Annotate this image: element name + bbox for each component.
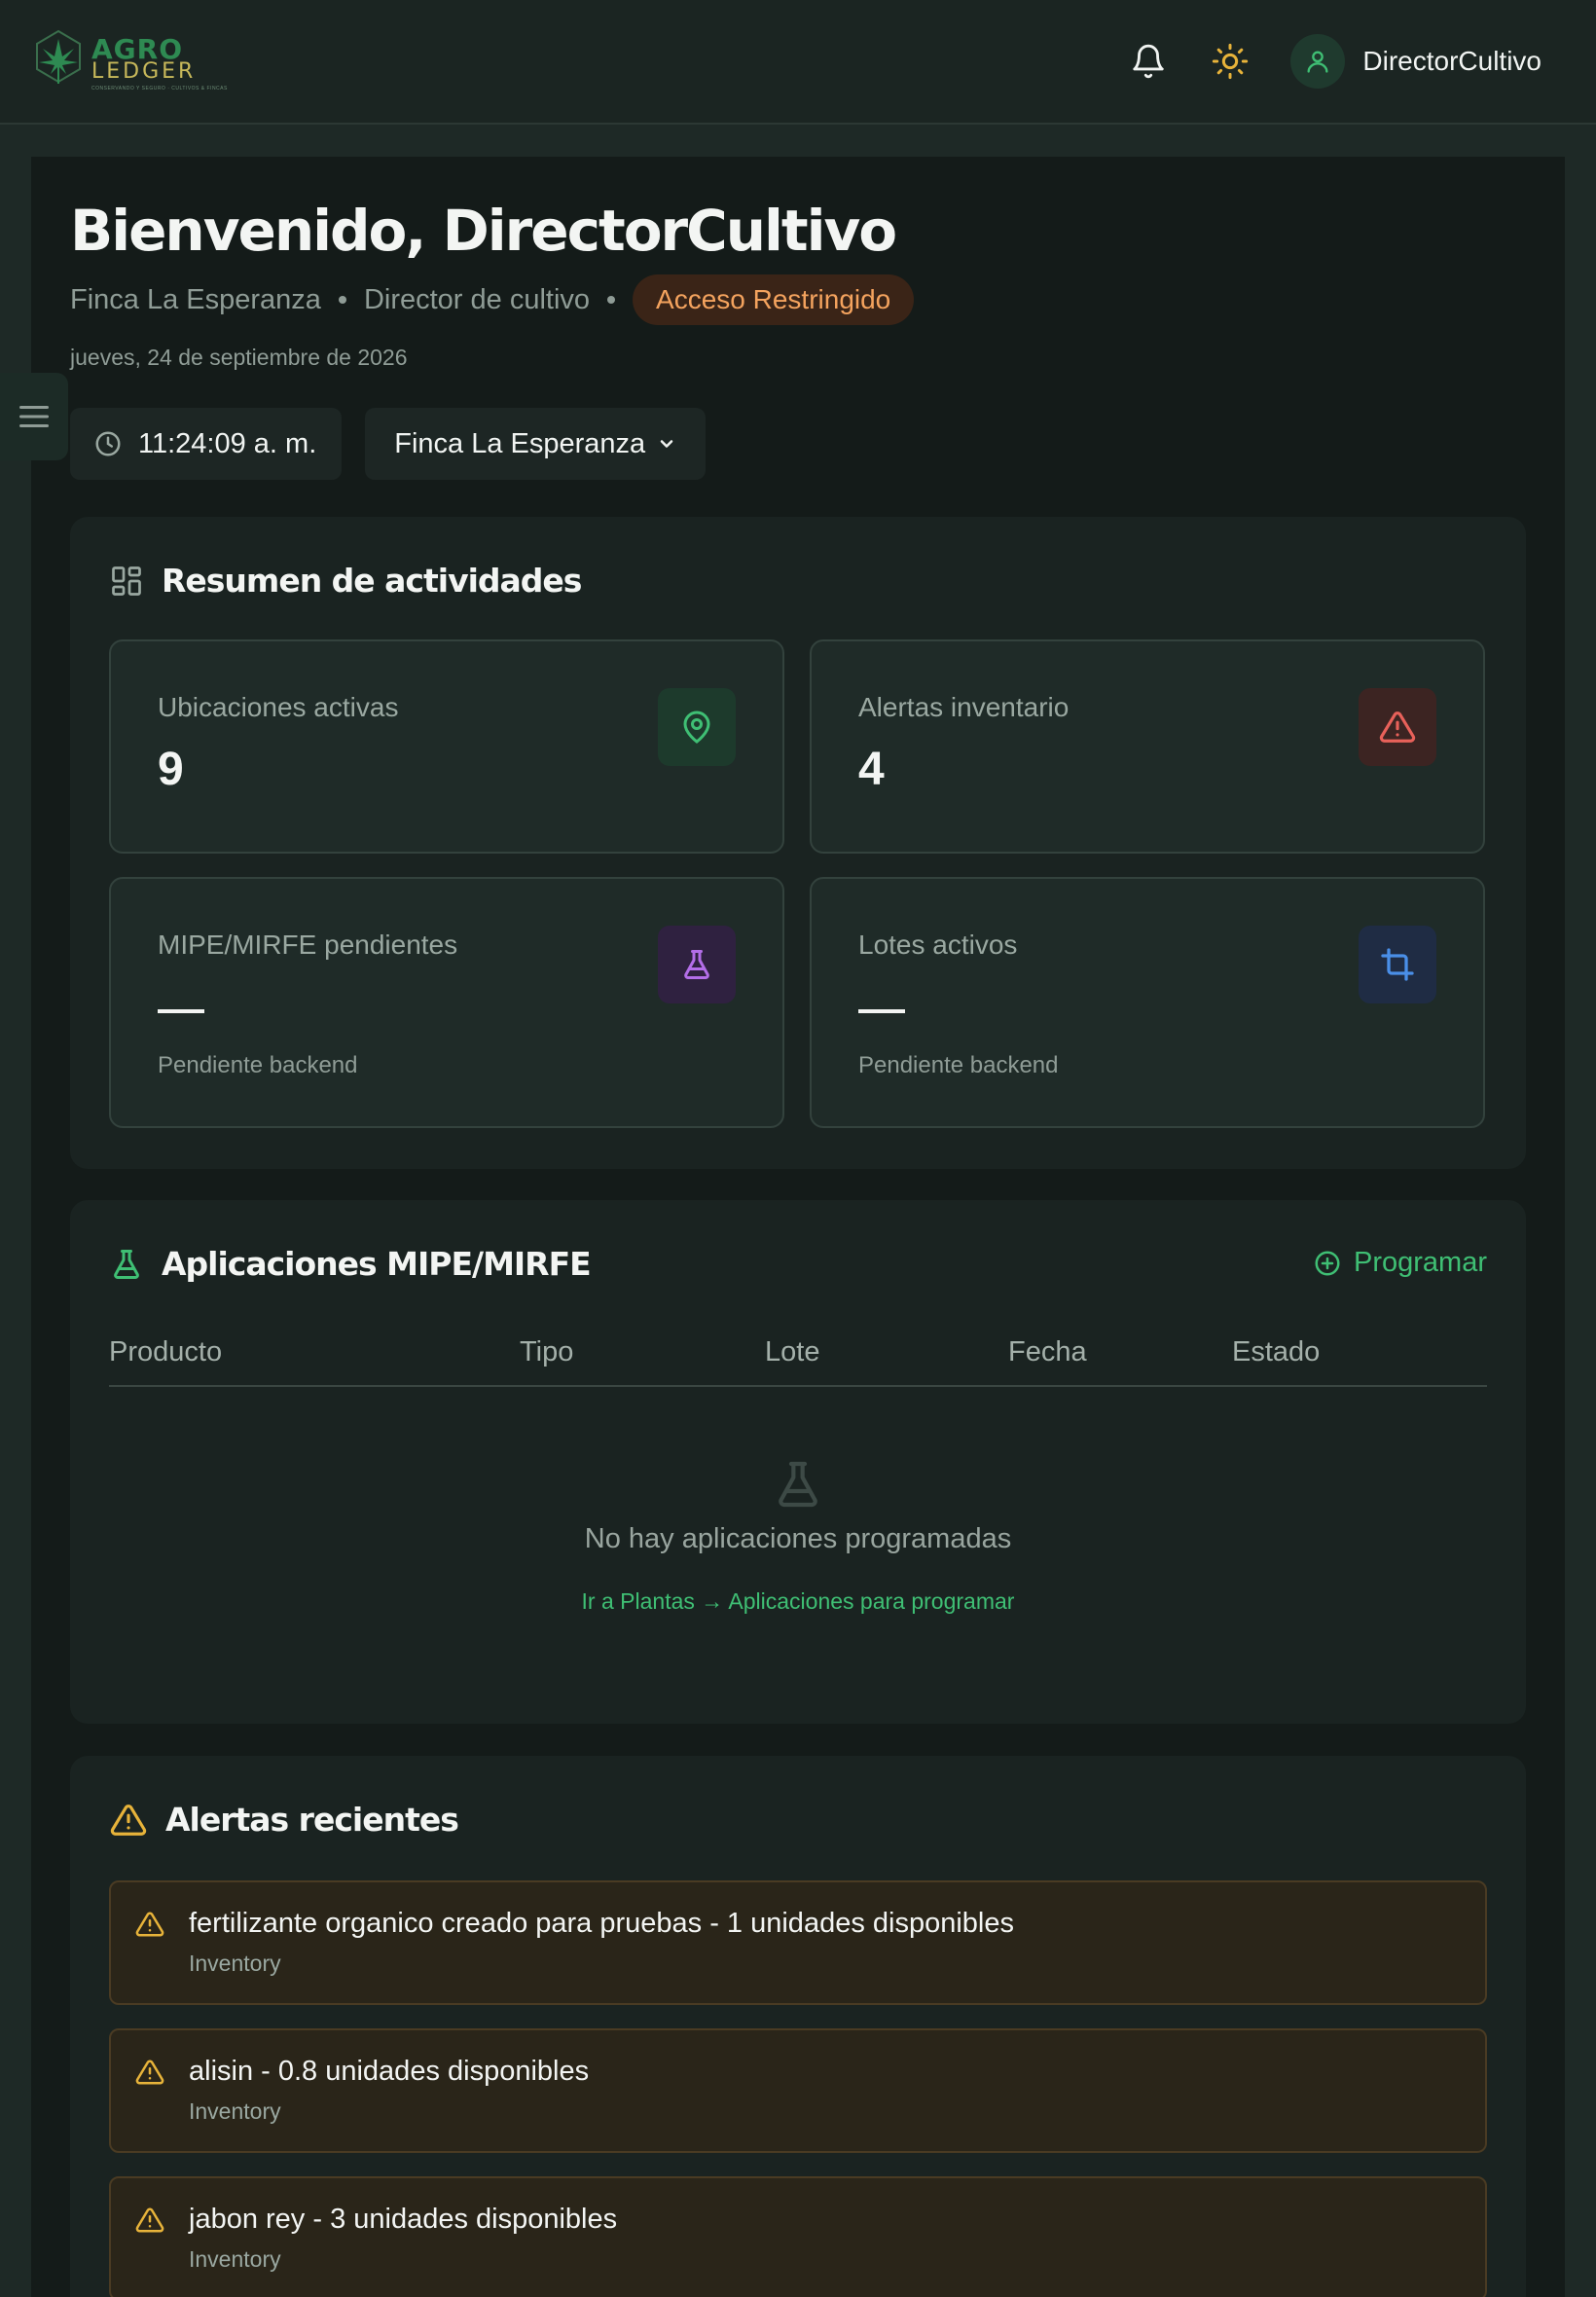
alert-item[interactable]: fertilizante organico creado para prueba…	[109, 1880, 1487, 2005]
logo-secondary-text: LEDGER	[91, 59, 197, 84]
user-name: DirectorCultivo	[1362, 46, 1542, 76]
stat-icon-box	[1359, 688, 1436, 766]
logo-tagline: CONSERVANDO Y SEGURO · CULTIVOS & FINCAS	[91, 86, 228, 91]
stat-icon-box	[658, 926, 736, 1003]
main-panel: Bienvenido, DirectorCultivo Finca La Esp…	[0, 157, 1565, 2297]
applications-header: Aplicaciones MIPE/MIRFE	[109, 1245, 592, 1283]
separator-dot	[607, 296, 616, 304]
stat-value-dash	[158, 1009, 204, 1013]
alert-message: jabon rey - 3 unidades disponibles	[189, 2204, 618, 2235]
dashboard-icon	[112, 565, 141, 596]
alert-triangle-icon	[135, 1912, 164, 1937]
alert-source: Inventory	[189, 2246, 281, 2272]
map-pin-icon	[683, 711, 710, 744]
stat-card-lotes[interactable]: Lotes activos Pendiente backend	[810, 877, 1485, 1128]
applications-card: Aplicaciones MIPE/MIRFE Programar Produc…	[70, 1200, 1526, 1724]
access-badge: Acceso Restringido	[633, 274, 915, 325]
flask-icon	[779, 1461, 817, 1508]
go-to-applications-link[interactable]: Ir a Plantas → Aplicaciones para program…	[109, 1588, 1487, 1615]
programar-button[interactable]: Programar	[1313, 1247, 1487, 1279]
stat-label: Alertas inventario	[858, 692, 1070, 722]
stat-icon-box	[658, 688, 736, 766]
table-header: Producto Tipo Lote Fecha Estado	[109, 1336, 1487, 1387]
controls-row: 11:24:09 a. m. Finca La Esperanza	[70, 408, 707, 480]
sun-icon	[1213, 43, 1249, 80]
alert-message: fertilizante organico creado para prueba…	[189, 1908, 1014, 1939]
stat-label: Lotes activos	[858, 930, 1018, 960]
cannabis-leaf-icon	[36, 29, 81, 84]
current-date: jueves, 24 de septiembre de 2026	[70, 345, 408, 370]
alert-item[interactable]: jabon rey - 3 unidades disponibles Inven…	[109, 2176, 1487, 2297]
empty-state: No hay aplicaciones programadas Ir a Pla…	[109, 1455, 1487, 1615]
welcome-subline: Finca La Esperanza Director de cultivo A…	[70, 274, 915, 325]
menu-icon	[19, 406, 49, 427]
alerts-title: Alertas recientes	[165, 1801, 459, 1839]
clock-display: 11:24:09 a. m.	[70, 408, 343, 480]
notifications-button[interactable]	[1127, 40, 1170, 83]
summary-title: Resumen de actividades	[162, 562, 582, 600]
stat-value: 4	[858, 744, 885, 795]
clock-time: 11:24:09 a. m.	[138, 427, 317, 459]
stat-note: Pendiente backend	[158, 1052, 358, 1078]
applications-title: Aplicaciones MIPE/MIRFE	[162, 1245, 592, 1283]
flask-icon	[114, 1249, 139, 1279]
user-menu[interactable]: DirectorCultivo	[1290, 34, 1542, 89]
separator-dot	[338, 296, 346, 304]
bell-icon	[1133, 44, 1165, 79]
alert-triangle-icon	[135, 2060, 164, 2085]
alert-item[interactable]: alisin - 0.8 unidades disponibles Invent…	[109, 2028, 1487, 2153]
top-bar: AGRO LEDGER CONSERVANDO Y SEGURO · CULTI…	[0, 0, 1596, 125]
column-header-producto[interactable]: Producto	[109, 1336, 222, 1368]
stat-card-mipe[interactable]: MIPE/MIRFE pendientes Pendiente backend	[109, 877, 784, 1128]
avatar	[1290, 34, 1346, 89]
alerts-header: Alertas recientes	[109, 1801, 459, 1839]
stat-icon-box	[1359, 926, 1436, 1003]
alerts-card: Alertas recientes fertilizante organico …	[70, 1756, 1526, 2297]
stat-label: Ubicaciones activas	[158, 692, 399, 722]
column-header-fecha[interactable]: Fecha	[1008, 1336, 1087, 1368]
summary-header: Resumen de actividades	[109, 562, 582, 600]
stat-value-dash	[858, 1009, 905, 1013]
alert-triangle-icon	[110, 1804, 147, 1836]
chevron-down-icon	[660, 440, 673, 448]
flask-icon	[684, 950, 709, 979]
stat-label: MIPE/MIRFE pendientes	[158, 930, 458, 960]
stat-card-ubicaciones[interactable]: Ubicaciones activas 9	[109, 639, 784, 854]
column-header-tipo[interactable]: Tipo	[520, 1336, 573, 1368]
farm-select-value: Finca La Esperanza	[394, 427, 646, 459]
column-header-estado[interactable]: Estado	[1232, 1336, 1320, 1368]
stat-value: 9	[158, 744, 184, 795]
farm-name: Finca La Esperanza	[70, 283, 321, 315]
user-icon	[1307, 51, 1328, 73]
alert-source: Inventory	[189, 1951, 281, 1976]
crop-icon	[1381, 948, 1414, 981]
stat-card-alertas[interactable]: Alertas inventario 4	[810, 639, 1485, 854]
user-role: Director de cultivo	[363, 283, 591, 315]
page-title: Bienvenido, DirectorCultivo	[70, 198, 897, 264]
alert-triangle-icon	[135, 2207, 164, 2233]
alert-triangle-icon	[1379, 711, 1416, 743]
theme-toggle-button[interactable]	[1209, 40, 1251, 83]
clock-icon	[95, 431, 121, 456]
empty-state-title: No hay aplicaciones programadas	[584, 1523, 1012, 1554]
alert-source: Inventory	[189, 2098, 281, 2124]
sidebar-toggle-button[interactable]	[0, 373, 68, 460]
summary-card: Resumen de actividades Ubicaciones activ…	[70, 517, 1526, 1169]
farm-select[interactable]: Finca La Esperanza	[365, 408, 707, 480]
stat-note: Pendiente backend	[858, 1052, 1059, 1078]
column-header-lote[interactable]: Lote	[765, 1336, 819, 1368]
app-logo[interactable]: AGRO LEDGER CONSERVANDO Y SEGURO · CULTI…	[29, 22, 227, 100]
plus-circle-icon	[1315, 1251, 1340, 1275]
programar-label: Programar	[1354, 1247, 1487, 1278]
alert-message: alisin - 0.8 unidades disponibles	[189, 2056, 590, 2087]
